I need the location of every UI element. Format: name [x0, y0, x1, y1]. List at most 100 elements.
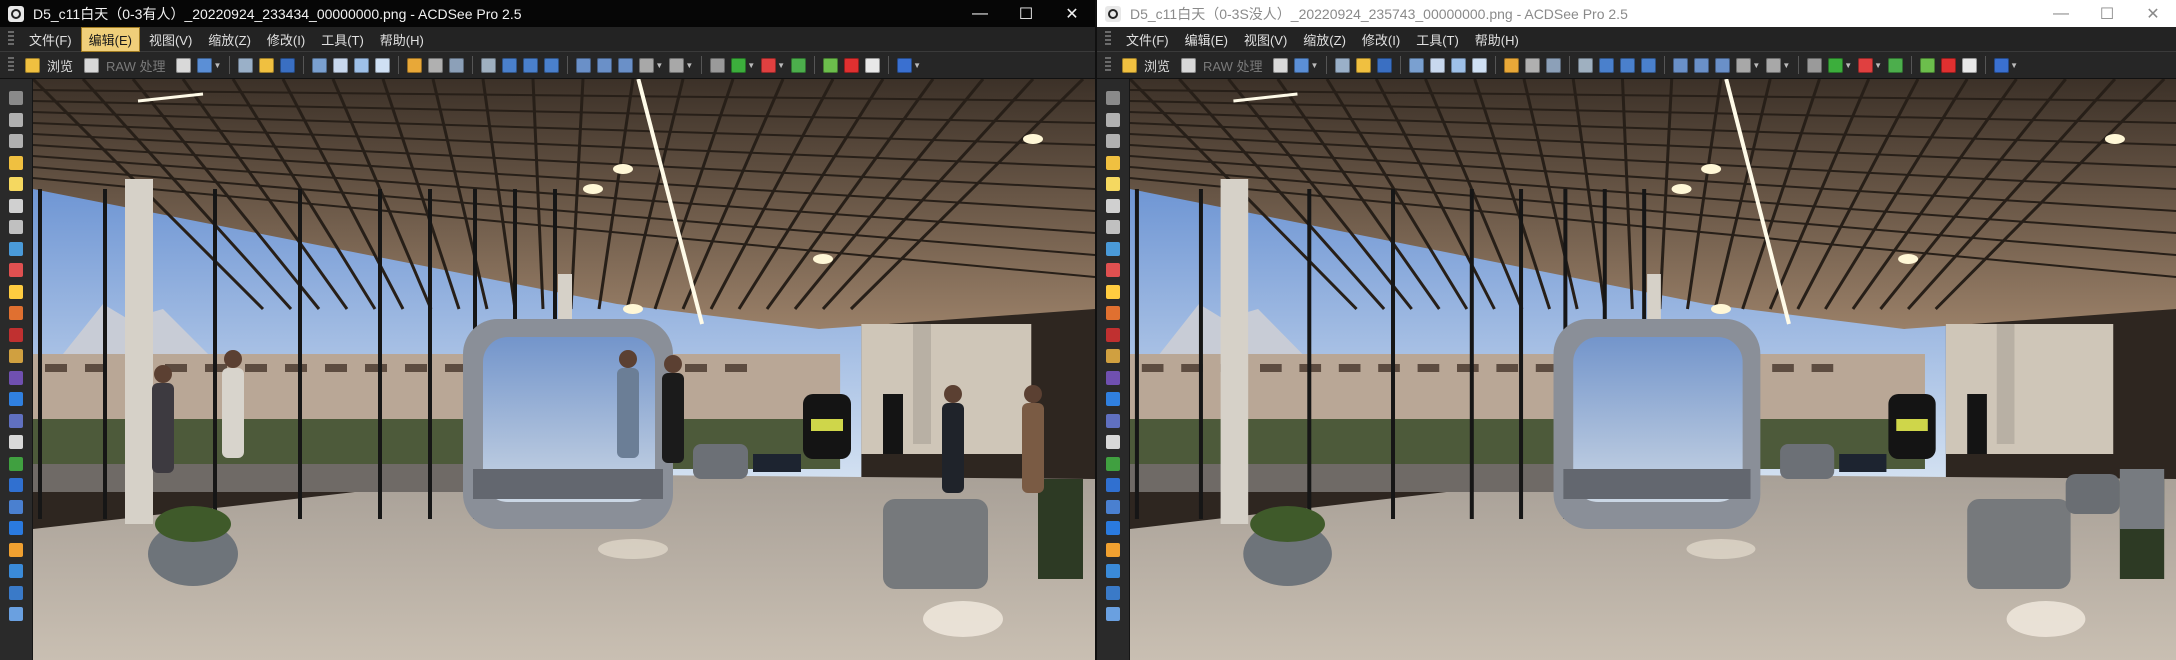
- pan-icon[interactable]: [1736, 57, 1752, 73]
- close-button[interactable]: ✕: [2130, 0, 2176, 27]
- effects-icon[interactable]: [9, 306, 23, 320]
- raw-icon[interactable]: [176, 57, 192, 73]
- frame-icon[interactable]: [9, 585, 23, 600]
- color-icon[interactable]: [9, 241, 23, 256]
- raw-process-button[interactable]: RAW 处理: [106, 56, 165, 75]
- border-icon[interactable]: [1106, 456, 1120, 471]
- grip-icon[interactable]: [9, 91, 23, 105]
- menu-view[interactable]: 视图(V): [1237, 28, 1294, 51]
- prev-icon[interactable]: [731, 57, 747, 73]
- resize-icon[interactable]: [1106, 392, 1120, 406]
- levels-icon[interactable]: [1106, 220, 1120, 234]
- blur-icon[interactable]: [9, 542, 23, 557]
- raw-icon[interactable]: [1181, 57, 1197, 73]
- folder-icon[interactable]: [1356, 57, 1372, 73]
- frame-icon[interactable]: [1106, 585, 1120, 600]
- layers-icon[interactable]: [1106, 607, 1120, 621]
- grip-icon[interactable]: [1106, 91, 1120, 105]
- menu-help[interactable]: 帮助(H): [1468, 28, 1526, 51]
- zoom-icon[interactable]: [1715, 57, 1731, 73]
- chevron-down-icon[interactable]: ▼: [213, 61, 221, 70]
- menu-modify[interactable]: 修改(I): [260, 28, 312, 51]
- fit-icon[interactable]: [1620, 57, 1636, 73]
- chevron-down-icon[interactable]: ▼: [777, 61, 785, 70]
- arrow-icon[interactable]: [1578, 57, 1594, 73]
- resize-icon[interactable]: [9, 392, 23, 406]
- save-icon[interactable]: [1377, 57, 1393, 73]
- effects-icon[interactable]: [1106, 306, 1120, 320]
- photo-icon[interactable]: [1430, 57, 1446, 73]
- rotate-right-icon[interactable]: [9, 134, 23, 148]
- fit-icon[interactable]: [523, 57, 539, 73]
- properties-icon[interactable]: [865, 57, 881, 73]
- photo-icon[interactable]: [1409, 57, 1425, 73]
- open-icon[interactable]: [1294, 57, 1310, 73]
- contrast-icon[interactable]: [1106, 198, 1120, 213]
- minimize-button[interactable]: —: [2038, 0, 2084, 27]
- rotate-right-icon[interactable]: [1106, 134, 1120, 148]
- help-icon[interactable]: [1994, 57, 2010, 73]
- title-bar[interactable]: D5_c11白天（0-3S没人）_20220924_235743_0000000…: [1097, 0, 2176, 27]
- properties-icon[interactable]: [1962, 57, 1978, 73]
- open-icon[interactable]: [197, 57, 213, 73]
- browse-icon[interactable]: [25, 57, 40, 73]
- info-icon[interactable]: [1807, 57, 1823, 73]
- zoom-icon[interactable]: [618, 57, 634, 73]
- clone-icon[interactable]: [1106, 521, 1120, 535]
- levels-icon[interactable]: [9, 220, 23, 234]
- image-viewer[interactable]: [1130, 79, 2176, 660]
- menu-help[interactable]: 帮助(H): [373, 28, 431, 51]
- title-bar[interactable]: D5_c11白天（0-3有人）_20220924_233434_00000000…: [0, 0, 1095, 27]
- fill-icon[interactable]: [1106, 564, 1120, 578]
- tone-icon[interactable]: [9, 349, 23, 363]
- chevron-down-icon[interactable]: ▼: [1752, 61, 1760, 70]
- zoom-out-icon[interactable]: [1694, 57, 1710, 73]
- crop-icon[interactable]: [9, 370, 23, 385]
- acdsee-window-right[interactable]: D5_c11白天（0-3S没人）_20220924_235743_0000000…: [1097, 0, 2176, 660]
- photo-icon[interactable]: [312, 57, 328, 73]
- fit-icon[interactable]: [544, 57, 560, 73]
- brush-icon[interactable]: [9, 499, 23, 514]
- next-icon[interactable]: [761, 57, 777, 73]
- fit-icon[interactable]: [1599, 57, 1615, 73]
- info-icon[interactable]: [710, 57, 726, 73]
- slideshow-icon[interactable]: [375, 57, 391, 73]
- grip-icon[interactable]: [1105, 31, 1111, 47]
- prev-icon[interactable]: [1828, 57, 1844, 73]
- text-icon[interactable]: [9, 435, 23, 449]
- chevron-down-icon[interactable]: ▼: [1782, 61, 1790, 70]
- minimize-button[interactable]: —: [957, 0, 1003, 27]
- pan-icon[interactable]: [669, 57, 685, 73]
- browse-icon[interactable]: [1122, 57, 1137, 73]
- light-icon[interactable]: [9, 177, 23, 191]
- menu-tools[interactable]: 工具(T): [1409, 28, 1466, 51]
- highlight-icon[interactable]: [407, 57, 423, 73]
- layers-icon[interactable]: [9, 607, 23, 621]
- menu-modify[interactable]: 修改(I): [1355, 28, 1407, 51]
- refresh-icon[interactable]: [823, 57, 839, 73]
- rotate-left-icon[interactable]: [1106, 112, 1120, 127]
- pan-icon[interactable]: [639, 57, 655, 73]
- menu-view[interactable]: 视图(V): [142, 28, 199, 51]
- select-icon[interactable]: [1525, 57, 1541, 73]
- arrow-icon[interactable]: [481, 57, 497, 73]
- crop-icon[interactable]: [1546, 57, 1562, 73]
- red-eye-icon[interactable]: [1106, 155, 1120, 170]
- crop-icon[interactable]: [449, 57, 465, 73]
- border-icon[interactable]: [9, 456, 23, 471]
- zoom-in-icon[interactable]: [576, 57, 592, 73]
- refresh-icon[interactable]: [1920, 57, 1936, 73]
- menu-zoom[interactable]: 缩放(Z): [201, 28, 258, 51]
- browse-button[interactable]: 浏览: [47, 56, 73, 75]
- chevron-down-icon[interactable]: ▼: [1844, 61, 1852, 70]
- vignette-icon[interactable]: [1106, 478, 1120, 492]
- fill-icon[interactable]: [9, 564, 23, 578]
- menu-tools[interactable]: 工具(T): [314, 28, 371, 51]
- fit-icon[interactable]: [502, 57, 518, 73]
- image-viewer[interactable]: [33, 79, 1095, 660]
- delete-icon[interactable]: [844, 57, 860, 73]
- acdsee-app-icon[interactable]: [1105, 5, 1121, 22]
- acdsee-app-icon[interactable]: [8, 5, 24, 22]
- crop-icon[interactable]: [1106, 370, 1120, 385]
- zoom-out-icon[interactable]: [597, 57, 613, 73]
